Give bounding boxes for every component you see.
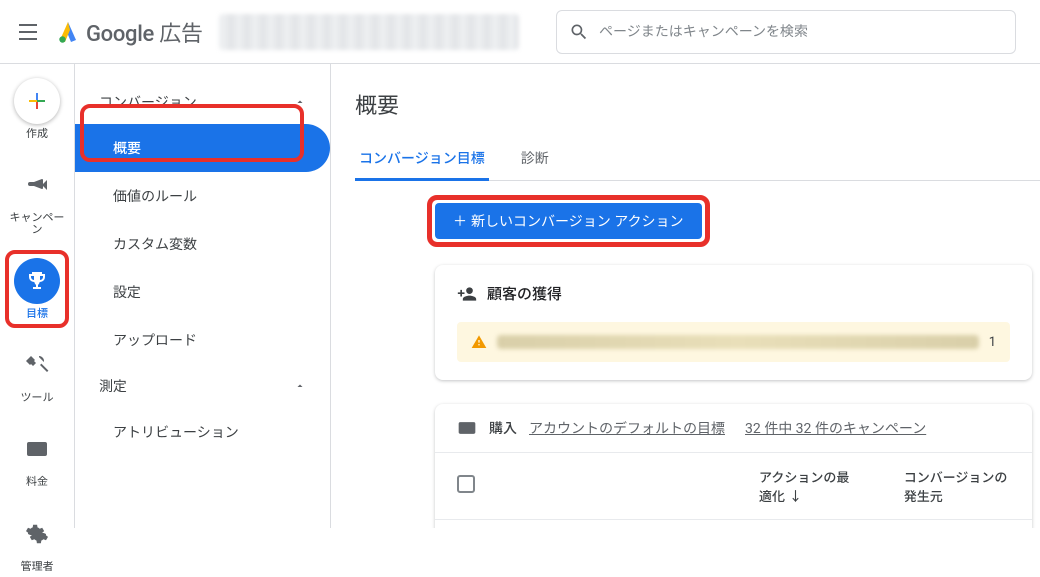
person-add-icon — [457, 284, 477, 304]
side-group-measurement-label: 測定 — [99, 376, 127, 396]
brand-text: Google 広告 — [86, 16, 203, 48]
tab-diagnostics-label: 診断 — [521, 151, 549, 167]
side-group-measurement[interactable]: 測定 — [75, 364, 330, 408]
main-content: 概要 コンバージョン目標 診断 ＋ 新しいコンバージョン アクション 顧客の獲得 — [331, 64, 1040, 528]
side-item-settings-label: 設定 — [113, 282, 141, 302]
google-ads-logo-icon — [56, 20, 80, 44]
search-box[interactable] — [556, 10, 1016, 54]
rail-goals-label: 目標 — [26, 308, 48, 320]
side-item-custom-variables-label: カスタム変数 — [113, 234, 197, 254]
warning-icon — [471, 334, 487, 350]
tab-conversion-goals-label: コンバージョン目標 — [359, 151, 485, 167]
card-icon — [457, 418, 477, 438]
warning-count: 1 — [989, 335, 996, 350]
gear-icon — [25, 522, 49, 546]
warning-text-redacted — [497, 335, 979, 349]
side-item-upload[interactable]: アップロード — [75, 316, 330, 364]
sort-desc-icon: ↓ — [789, 486, 802, 505]
card-purchase-title: 購入 — [489, 418, 517, 438]
page-title: 概要 — [355, 88, 1040, 120]
side-group-conversions[interactable]: コンバージョン — [75, 80, 330, 124]
card-purchase-campaigns-link[interactable]: 32 件中 32 件のキャンペーン — [745, 418, 926, 438]
rail-tools[interactable]: ツール — [9, 338, 65, 408]
side-item-value-rules[interactable]: 価値のルール — [75, 172, 330, 220]
side-item-upload-label: アップロード — [113, 330, 197, 350]
cell-source: ウェブサイト — [882, 520, 1032, 529]
rail-create[interactable]: 作成 — [9, 74, 65, 144]
side-group-conversions-label: コンバージョン — [99, 92, 197, 112]
side-item-overview-label: 概要 — [113, 138, 141, 158]
megaphone-icon — [25, 173, 49, 197]
rail-campaigns-label: キャンペーン — [9, 212, 65, 236]
new-conversion-action-label: 新しいコンバージョン アクション — [471, 211, 684, 231]
tools-icon — [25, 353, 49, 377]
card-icon — [25, 437, 49, 461]
chevron-up-icon — [294, 380, 306, 392]
col-conversion-source[interactable]: コンバージョンの発生元 — [882, 453, 1032, 520]
search-icon — [569, 22, 589, 42]
card-purchase-subtitle[interactable]: アカウントのデフォルトの目標 — [529, 418, 725, 438]
rail-tools-label: ツール — [21, 392, 54, 404]
rail-create-label: 作成 — [26, 128, 48, 140]
tab-diagnostics[interactable]: 診断 — [517, 138, 553, 181]
annotation-highlight-cta: ＋ 新しいコンバージョン アクション — [435, 203, 702, 239]
side-item-value-rules-label: 価値のルール — [113, 186, 197, 206]
left-rail: 作成 キャンペーン 目標 ツール 料金 管理者 — [0, 64, 75, 528]
rail-admin[interactable]: 管理者 — [9, 507, 65, 577]
side-nav: コンバージョン 概要 価値のルール カスタム変数 設定 アップロード 測定 アト… — [75, 64, 331, 528]
chevron-up-icon — [294, 96, 306, 108]
plus-icon: ＋ — [453, 211, 467, 231]
rail-billing[interactable]: 料金 — [9, 422, 65, 492]
side-item-attribution[interactable]: アトリビューション — [75, 408, 330, 456]
cell-optimization: メイン — [737, 520, 882, 529]
trophy-icon — [25, 269, 49, 293]
conversion-actions-table: アクションの最適化↓ コンバージョンの発生元 メイン ウェブサイト — [435, 453, 1032, 528]
rail-admin-label: 管理者 — [21, 561, 54, 573]
search-input[interactable] — [599, 24, 1003, 40]
side-item-attribution-label: アトリビューション — [113, 422, 239, 442]
side-item-custom-variables[interactable]: カスタム変数 — [75, 220, 330, 268]
tabs: コンバージョン目標 診断 — [355, 138, 1040, 181]
account-info-redacted — [219, 14, 519, 50]
table-row[interactable]: メイン ウェブサイト — [435, 520, 1032, 529]
menu-icon[interactable] — [16, 20, 40, 44]
tab-conversion-goals[interactable]: コンバージョン目標 — [355, 138, 489, 181]
rail-campaigns[interactable]: キャンペーン — [9, 158, 65, 240]
select-all-checkbox[interactable] — [457, 475, 475, 493]
plus-icon — [25, 89, 49, 113]
rail-goals[interactable]: 目標 — [9, 254, 65, 324]
card-purchase: 購入 アカウントのデフォルトの目標 32 件中 32 件のキャンペーン アクショ… — [435, 404, 1032, 528]
warning-banner: 1 — [457, 322, 1010, 362]
side-item-settings[interactable]: 設定 — [75, 268, 330, 316]
side-item-overview[interactable]: 概要 — [75, 124, 330, 172]
card-customer-acquisition: 顧客の獲得 1 — [435, 265, 1032, 380]
new-conversion-action-button[interactable]: ＋ 新しいコンバージョン アクション — [435, 203, 702, 239]
col-action-optimization[interactable]: アクションの最適化↓ — [737, 453, 882, 520]
rail-billing-label: 料金 — [26, 476, 48, 488]
card-customer-acquisition-title: 顧客の獲得 — [487, 283, 562, 304]
brand-logo[interactable]: Google 広告 — [56, 16, 203, 48]
